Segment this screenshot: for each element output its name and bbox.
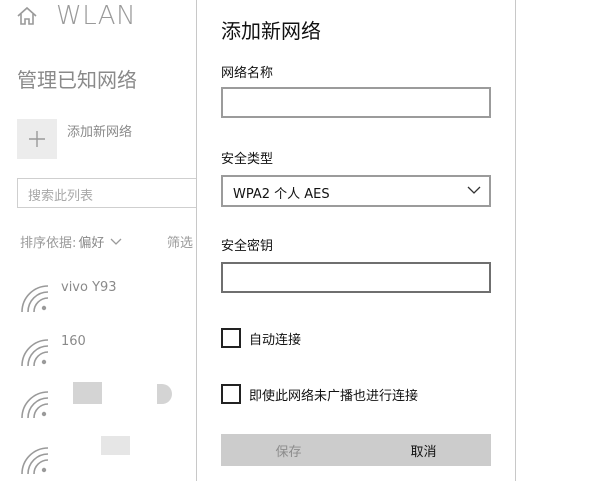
- plus-icon: [29, 131, 45, 147]
- connect-hidden-option[interactable]: 即使此网络未广播也进行连接: [221, 384, 418, 404]
- security-type-select[interactable]: WPA2 个人 AES: [221, 175, 491, 207]
- filter-dropdown[interactable]: 筛选: [167, 232, 193, 251]
- cancel-button[interactable]: 取消: [356, 434, 491, 466]
- security-key-label: 安全密钥: [221, 239, 274, 254]
- wifi-icon: [21, 285, 49, 313]
- home-icon[interactable]: [16, 5, 38, 27]
- page-header: WLAN: [16, 0, 136, 32]
- network-name: 160: [61, 334, 86, 349]
- sort-value: 偏好: [78, 236, 105, 251]
- add-network-tile[interactable]: [17, 119, 57, 159]
- auto-connect-checkbox[interactable]: [221, 328, 241, 348]
- network-name-field[interactable]: [221, 87, 491, 118]
- chevron-down-icon: [467, 186, 481, 194]
- security-type-value: WPA2 个人 AES: [233, 187, 330, 202]
- search-placeholder: 搜索此列表: [28, 189, 94, 204]
- sort-dropdown[interactable]: 排序依据: 偏好: [20, 232, 122, 251]
- security-type-label: 安全类型: [221, 152, 274, 167]
- redacted-block: [73, 382, 102, 404]
- security-key-field[interactable]: [221, 262, 491, 293]
- connect-hidden-checkbox[interactable]: [221, 384, 241, 404]
- search-input[interactable]: 搜索此列表: [17, 178, 217, 208]
- add-network-button[interactable]: 添加新网络: [17, 119, 132, 159]
- redacted-block: [157, 384, 172, 404]
- add-network-label: 添加新网络: [67, 125, 133, 140]
- sort-label: 排序依据:: [20, 236, 77, 251]
- redacted-block: [101, 436, 130, 455]
- page-title: WLAN: [56, 1, 137, 31]
- auto-connect-label: 自动连接: [249, 332, 302, 348]
- network-name-label: 网络名称: [221, 66, 274, 81]
- network-name: vivo Y93: [61, 280, 117, 295]
- save-button[interactable]: 保存: [221, 434, 356, 466]
- wifi-icon: [21, 391, 49, 419]
- dialog-title: 添加新网络: [221, 19, 321, 43]
- add-network-dialog: 添加新网络 网络名称 安全类型 WPA2 个人 AES 安全密钥 自动连接 即使…: [196, 0, 516, 481]
- auto-connect-option[interactable]: 自动连接: [221, 328, 301, 348]
- section-title: 管理已知网络: [17, 68, 137, 92]
- chevron-down-icon: [110, 238, 122, 245]
- wifi-icon: [21, 339, 49, 367]
- wifi-icon: [21, 447, 49, 475]
- connect-hidden-label: 即使此网络未广播也进行连接: [249, 388, 419, 404]
